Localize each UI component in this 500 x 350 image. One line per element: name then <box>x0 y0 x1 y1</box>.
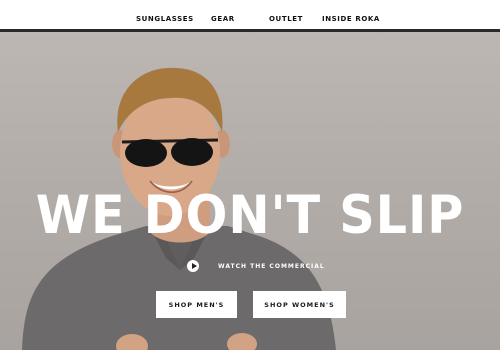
top-navigation: SUNGLASSES GEAR OUTLET INSIDE ROKA <box>0 0 500 29</box>
nav-item-inside-roka[interactable]: INSIDE ROKA <box>322 15 380 23</box>
watch-commercial-link[interactable]: WATCH THE COMMERCIAL <box>187 259 325 273</box>
nav-item-outlet[interactable]: OUTLET <box>269 15 303 23</box>
shop-mens-button[interactable]: SHOP MEN'S <box>156 291 237 318</box>
hero-headline: WE DON'T SLIP <box>35 185 465 246</box>
nav-item-sunglasses[interactable]: SUNGLASSES <box>136 15 194 23</box>
shop-womens-button[interactable]: SHOP WOMEN'S <box>253 291 346 318</box>
hero-banner: WE DON'T SLIP WATCH THE COMMERCIAL SHOP … <box>0 32 500 350</box>
play-icon[interactable] <box>187 260 199 272</box>
nav-item-gear[interactable]: GEAR <box>211 15 235 23</box>
watch-commercial-label: WATCH THE COMMERCIAL <box>218 262 325 270</box>
